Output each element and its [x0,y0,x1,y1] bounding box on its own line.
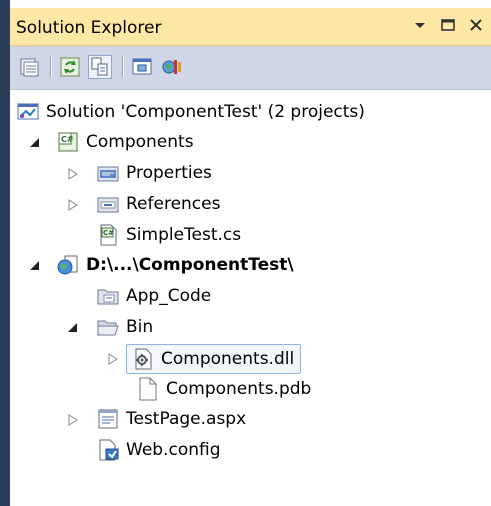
tree-item-website-project[interactable]: D:\...\ComponentTest\ [56,250,294,280]
aspx-file-icon [98,409,118,429]
tree-item-web-config[interactable]: Web.config [96,435,221,465]
tree-item-label: App_Code [126,286,212,306]
csharp-file-icon: C# [100,224,117,246]
tree-item-label: Components [86,132,194,152]
tree-item-app-code[interactable]: App_Code [96,281,211,311]
tree-item-label: Properties [126,163,212,183]
collapse-arrow-icon[interactable] [66,320,80,334]
config-file-icon [99,439,119,461]
app-code-folder-icon [97,289,119,305]
tree-item-label: Components.dll [161,349,295,369]
expand-arrow-icon[interactable] [66,166,80,180]
dropdown-arrow-icon[interactable] [411,16,429,34]
tree-item-components-pdb[interactable]: Components.pdb [136,374,311,404]
close-icon[interactable] [467,16,485,34]
tree-item-label: Bin [126,317,154,337]
tree-item-solution[interactable]: Solution 'ComponentTest' (2 projects) [16,97,365,127]
tree-item-components-dll[interactable]: Components.dll [126,344,302,374]
toolbar-separator [50,56,51,78]
collapse-arrow-icon[interactable] [28,258,42,272]
solution-tree: Solution 'ComponentTest' (2 projects) C#… [10,90,491,506]
panel-title-bar[interactable]: Solution Explorer [10,8,491,46]
csharp-project-icon: C# [58,132,78,152]
show-all-files-icon[interactable] [88,55,112,79]
tree-item-references[interactable]: References [96,189,220,219]
refresh-icon[interactable] [58,55,82,79]
tree-item-label: TestPage.aspx [126,409,247,429]
solution-explorer-panel: Solution Explorer Solution 'ComponentTes… [10,8,491,506]
references-folder-icon [97,197,119,213]
tree-item-label: Components.pdb [166,379,312,399]
website-project-icon [57,255,78,275]
copy-website-icon[interactable] [160,55,184,79]
svg-text:C#: C# [103,229,114,237]
properties-folder-icon [97,166,119,182]
properties-icon[interactable] [18,55,42,79]
tree-item-bin-folder[interactable]: Bin [96,312,153,342]
dll-file-icon [135,348,152,370]
tree-item-simpletest-cs[interactable]: C# SimpleTest.cs [96,220,241,250]
tree-item-label: Web.config [126,440,221,460]
tree-item-label: References [126,194,221,214]
solution-icon [17,103,39,120]
expand-arrow-icon[interactable] [66,197,80,211]
tree-item-label: D:\...\ComponentTest\ [86,255,294,275]
panel-title: Solution Explorer [16,18,162,38]
tree-item-label: SimpleTest.cs [126,225,242,245]
tree-item-components-project[interactable]: C# Components [56,127,194,157]
toolbar-separator [122,56,123,78]
expand-arrow-icon[interactable] [106,351,120,365]
svg-text:C#: C# [61,135,74,144]
expand-arrow-icon[interactable] [66,412,80,426]
tree-item-properties[interactable]: Properties [96,158,212,188]
collapse-arrow-icon[interactable] [28,135,42,149]
tree-item-label: Solution 'ComponentTest' (2 projects) [46,102,365,122]
view-designer-icon[interactable] [130,55,154,79]
panel-toolbar [10,46,491,90]
window-frame [0,0,10,506]
maximize-icon[interactable] [439,16,457,34]
folder-open-icon [97,320,119,336]
blank-file-icon [139,377,157,401]
tree-item-testpage-aspx[interactable]: TestPage.aspx [96,404,246,434]
